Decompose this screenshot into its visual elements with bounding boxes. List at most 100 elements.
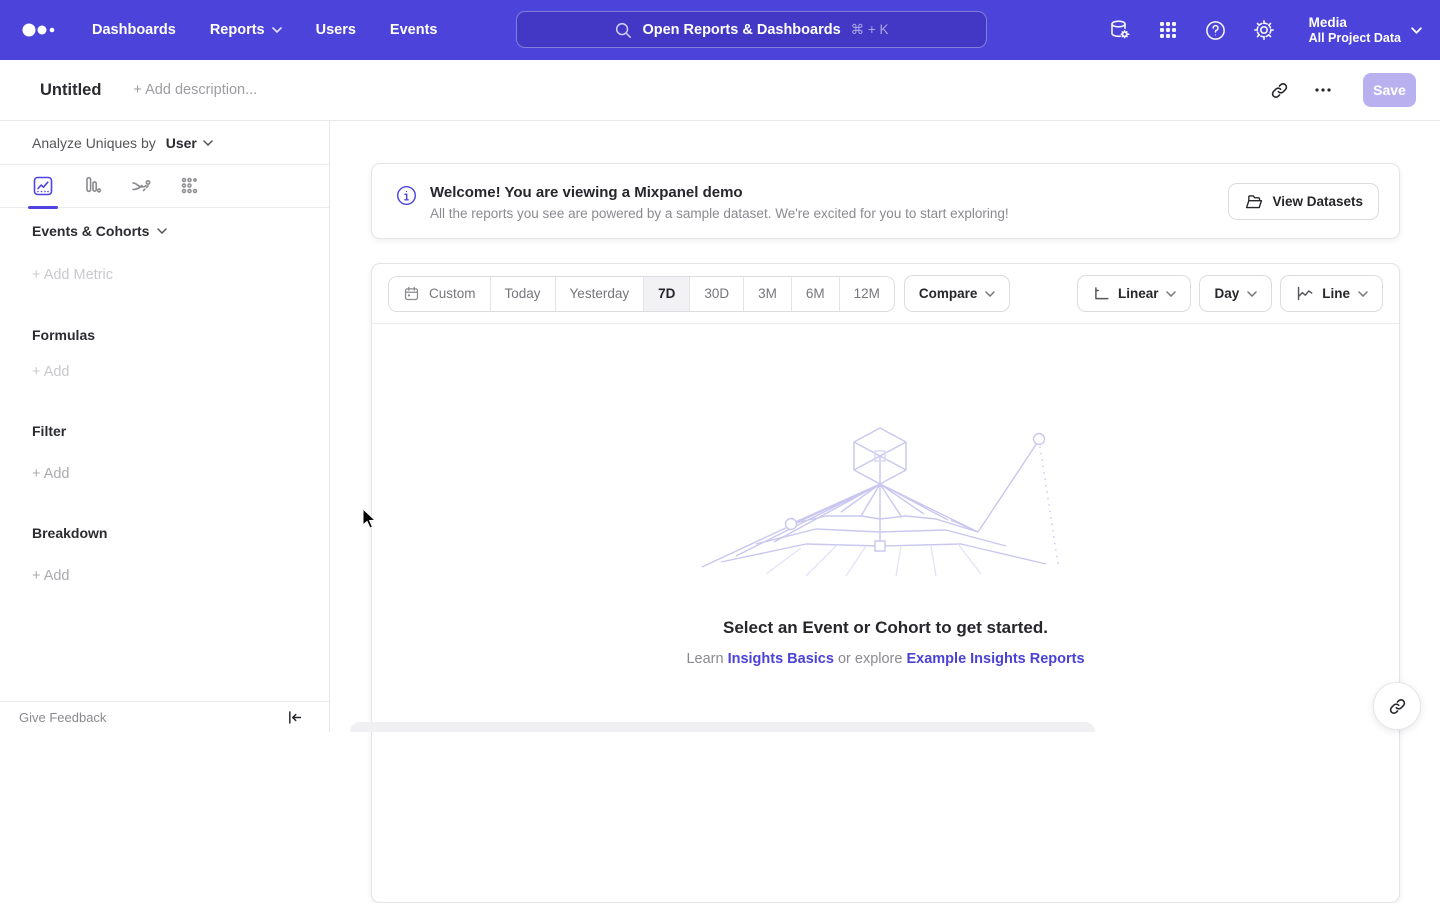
line-chart-type-icon xyxy=(1295,285,1314,302)
ellipsis-icon xyxy=(1314,81,1332,99)
analyze-row: Analyze Uniques by User xyxy=(0,121,329,165)
save-button[interactable]: Save xyxy=(1363,73,1416,107)
range-label: 6M xyxy=(806,286,825,301)
insights-report-card: Custom Today Yesterday 7D 30D 3M 6M 12M … xyxy=(371,263,1400,903)
analyze-by-selector[interactable]: User xyxy=(166,135,213,151)
add-formula-button[interactable]: + Add xyxy=(32,364,70,380)
range-yesterday[interactable]: Yesterday xyxy=(555,277,644,311)
collapse-sidebar-button[interactable] xyxy=(286,709,303,726)
global-search[interactable]: Open Reports & Dashboards ⌘ + K xyxy=(516,11,987,48)
analyze-value: User xyxy=(166,135,197,151)
events-cohorts-section[interactable]: Events & Cohorts xyxy=(32,223,167,239)
range-7d[interactable]: 7D xyxy=(643,277,689,311)
top-nav: Dashboards Reports Users Events Open Rep… xyxy=(0,0,1440,60)
range-label: 12M xyxy=(854,286,880,301)
nav-item-label: Users xyxy=(316,22,356,38)
chevron-down-icon xyxy=(985,291,995,297)
project-name: Media xyxy=(1309,14,1401,31)
nav-item-users[interactable]: Users xyxy=(316,22,356,38)
empty-state-illustration xyxy=(696,424,1076,576)
breakdown-label: Breakdown xyxy=(32,525,107,541)
range-custom[interactable]: Custom xyxy=(389,277,490,311)
mixpanel-logo[interactable] xyxy=(22,22,56,38)
share-link-fab[interactable] xyxy=(1373,682,1421,730)
add-metric-button[interactable]: + Add Metric xyxy=(32,267,113,283)
copy-link-button[interactable] xyxy=(1261,72,1297,108)
range-12m[interactable]: 12M xyxy=(839,277,894,311)
project-text: Media All Project Data xyxy=(1309,14,1401,46)
view-datasets-label: View Datasets xyxy=(1272,194,1363,209)
chevron-down-icon xyxy=(1358,291,1368,297)
range-label: 3M xyxy=(758,286,777,301)
banner-title: Welcome! You are viewing a Mixpanel demo xyxy=(430,182,1009,203)
tab-retention[interactable] xyxy=(177,173,203,199)
mixpanel-logo-icon xyxy=(22,22,56,38)
nav-item-label: Reports xyxy=(210,22,265,38)
chevron-down-icon xyxy=(1166,291,1176,297)
compare-label: Compare xyxy=(919,286,978,301)
help-icon[interactable] xyxy=(1204,19,1227,42)
chevron-down-icon xyxy=(157,228,167,234)
sidebar-footer: Give Feedback xyxy=(0,701,329,732)
add-description-field[interactable]: + Add description... xyxy=(133,82,257,98)
chart-display-controls: Linear Day Line xyxy=(1077,275,1383,312)
nav-item-dashboards[interactable]: Dashboards xyxy=(92,22,176,38)
example-reports-link[interactable]: Example Insights Reports xyxy=(906,651,1084,667)
add-breakdown-button[interactable]: + Add xyxy=(32,568,70,584)
settings-gear-icon[interactable] xyxy=(1252,18,1276,42)
chevron-down-icon xyxy=(1247,291,1257,297)
link-icon xyxy=(1388,697,1407,716)
filter-label: Filter xyxy=(32,423,66,439)
insights-basics-link[interactable]: Insights Basics xyxy=(728,651,834,667)
project-switcher[interactable]: Media All Project Data xyxy=(1309,14,1422,46)
compare-button[interactable]: Compare xyxy=(904,275,1011,312)
report-toolbar: Custom Today Yesterday 7D 30D 3M 6M 12M … xyxy=(372,264,1399,324)
top-nav-right: Media All Project Data xyxy=(1108,0,1422,60)
breakdown-section: Breakdown xyxy=(32,525,107,541)
tab-insights[interactable] xyxy=(30,173,56,199)
empty-state-title: Select an Event or Cohort to get started… xyxy=(372,618,1399,638)
nav-item-label: Dashboards xyxy=(92,22,176,38)
bottom-panel-edge[interactable] xyxy=(350,722,1095,732)
range-30d[interactable]: 30D xyxy=(689,277,743,311)
banner-subtitle: All the reports you see are powered by a… xyxy=(430,206,1009,221)
data-management-icon[interactable] xyxy=(1108,18,1132,42)
retention-dots-icon xyxy=(178,174,202,198)
add-filter-button[interactable]: + Add xyxy=(32,466,70,482)
view-datasets-button[interactable]: View Datasets xyxy=(1228,183,1379,220)
project-scope: All Project Data xyxy=(1309,31,1401,46)
date-range-segments: Custom Today Yesterday 7D 30D 3M 6M 12M xyxy=(388,276,895,312)
tab-bar-chart[interactable] xyxy=(79,173,105,199)
nav-item-reports[interactable]: Reports xyxy=(210,22,282,38)
nav-item-events[interactable]: Events xyxy=(390,22,438,38)
report-header-actions: Save xyxy=(1261,72,1416,108)
range-label: 30D xyxy=(704,286,729,301)
range-3m[interactable]: 3M xyxy=(743,277,791,311)
main-content: Welcome! You are viewing a Mixpanel demo… xyxy=(330,121,1440,732)
link-icon xyxy=(1270,81,1289,100)
chevron-down-icon xyxy=(272,27,282,33)
metric-type-tabs xyxy=(0,165,329,208)
line-chart-icon xyxy=(31,174,55,198)
range-label: Yesterday xyxy=(570,286,630,301)
welcome-banner: Welcome! You are viewing a Mixpanel demo… xyxy=(371,163,1400,239)
scale-selector[interactable]: Linear xyxy=(1077,275,1192,312)
range-today[interactable]: Today xyxy=(490,277,555,311)
range-6m[interactable]: 6M xyxy=(791,277,839,311)
chart-type-selector[interactable]: Line xyxy=(1280,275,1383,312)
empty-sub-middle: or explore xyxy=(838,651,902,667)
give-feedback-link[interactable]: Give Feedback xyxy=(19,710,106,725)
apps-grid-icon[interactable] xyxy=(1157,19,1179,41)
analyze-prefix: Analyze Uniques by xyxy=(32,135,156,151)
formulas-label: Formulas xyxy=(32,327,95,343)
events-cohorts-label: Events & Cohorts xyxy=(32,223,149,239)
tab-flows[interactable] xyxy=(128,173,154,199)
empty-sub-prefix: Learn xyxy=(686,651,723,667)
more-options-button[interactable] xyxy=(1305,72,1341,108)
primary-nav: Dashboards Reports Users Events xyxy=(92,22,437,38)
bar-chart-icon xyxy=(80,174,104,198)
interval-selector[interactable]: Day xyxy=(1199,275,1272,312)
nav-item-label: Events xyxy=(390,22,438,38)
chevron-down-icon xyxy=(203,140,213,146)
report-title[interactable]: Untitled xyxy=(40,81,101,100)
